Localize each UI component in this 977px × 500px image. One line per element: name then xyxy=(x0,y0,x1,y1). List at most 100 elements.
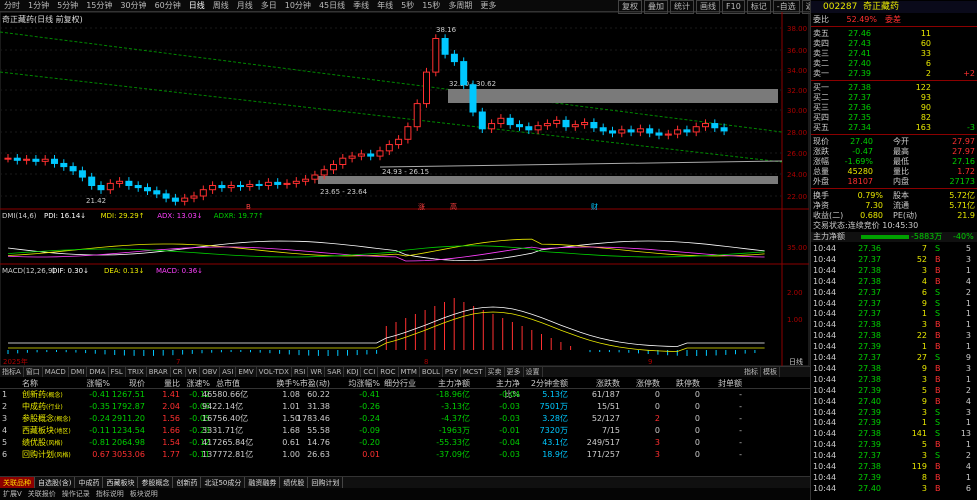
column-header[interactable]: 主力净额 xyxy=(432,378,470,389)
period-tab[interactable]: 15秒 xyxy=(418,0,444,12)
indicator-tab[interactable]: 窗口 xyxy=(24,367,43,377)
table-row[interactable]: 6 回购计划(风格) 0.67 3053.06 1.77 -0.11 137772.81亿 1… xyxy=(0,449,810,461)
indicator-tab[interactable]: 买卖 xyxy=(486,367,505,377)
candle-body xyxy=(320,169,328,176)
indicator-tab[interactable]: MCST xyxy=(461,367,486,377)
candle-body xyxy=(683,129,691,133)
indicator-tab[interactable]: PSY xyxy=(443,367,461,377)
indicator-tab[interactable]: MACD xyxy=(43,367,69,377)
column-header[interactable]: 涨停数 xyxy=(622,378,660,389)
event-marker[interactable]: 财 xyxy=(591,202,598,211)
period-tab[interactable]: 5分钟 xyxy=(53,0,82,12)
indicator-tab[interactable]: 指标A xyxy=(0,367,24,377)
indicator-tab[interactable]: ASI xyxy=(220,367,237,377)
indicator-tab[interactable]: OBV xyxy=(200,367,221,377)
indicator-option[interactable]: 模板 xyxy=(761,367,780,377)
indicator-tab[interactable]: BRAR xyxy=(147,367,171,377)
cell-cap: 137772.81亿 xyxy=(202,450,254,459)
bid-volume: 82 xyxy=(920,113,931,122)
indicator-tab[interactable]: MTM xyxy=(399,367,420,377)
indicator-tab[interactable]: BOLL xyxy=(420,367,443,377)
indicator-tab[interactable]: FSL xyxy=(109,367,126,377)
period-tab[interactable]: 15分钟 xyxy=(82,0,116,12)
cell-price: 2064.98 xyxy=(111,438,145,447)
indicator-tab[interactable]: DMA xyxy=(87,367,109,377)
indicator-tab[interactable]: EMV xyxy=(236,367,257,377)
cell-chg: -0.11 xyxy=(89,426,110,435)
indicator-tab[interactable]: 更多 xyxy=(505,367,524,377)
indicator-tab[interactable]: RSI xyxy=(292,367,309,377)
column-header[interactable]: 跌停数 xyxy=(662,378,700,389)
column-header[interactable]: 均涨幅% xyxy=(342,378,380,389)
column-header[interactable]: 2分钟金额 xyxy=(530,378,568,389)
bid-price: 27.35 xyxy=(848,113,871,122)
period-tab[interactable]: 30分钟 xyxy=(116,0,150,12)
period-tab[interactable]: 更多 xyxy=(476,0,500,12)
period-tab[interactable]: 周线 xyxy=(209,0,233,12)
period-tab[interactable]: 多日 xyxy=(257,0,281,12)
kline-chart[interactable]: 38.00 36.00 34.00 32.00 30.00 28.00 26.00 24.00… xyxy=(0,12,810,367)
column-header[interactable]: 涨幅% xyxy=(72,378,110,389)
period-tab[interactable]: 年线 xyxy=(373,0,397,12)
column-header[interactable]: 名称 xyxy=(22,378,62,389)
period-tab[interactable]: 10分钟 xyxy=(281,0,315,12)
tick-row: 10:44 27.39 8 B 1 xyxy=(811,473,977,483)
bid-row: 买二 27.37 93 xyxy=(811,93,977,103)
tick-side: S xyxy=(935,407,941,417)
column-header[interactable]: 封单额 xyxy=(704,378,742,389)
status-item[interactable]: 指标说明 xyxy=(93,488,127,500)
tick-side: B xyxy=(935,342,941,352)
period-tab[interactable]: 多周期 xyxy=(444,0,476,12)
candle-body xyxy=(469,84,477,113)
ask-label: 卖二 xyxy=(813,59,829,68)
ask-volume: 33 xyxy=(920,49,931,58)
table-row[interactable]: 2 中成药(行业) -0.35 1792.87 2.04 -0.06 9422.14亿 1.0… xyxy=(0,401,810,413)
row-index: 2 xyxy=(2,402,8,411)
indicator-option[interactable]: 指标 xyxy=(742,367,761,377)
indicator-tab[interactable]: CCI xyxy=(361,367,379,377)
column-header[interactable]: 涨跌数 xyxy=(582,378,620,389)
period-tab[interactable]: 月线 xyxy=(233,0,257,12)
indicator-tab[interactable]: CR xyxy=(171,367,186,377)
indicator-tab[interactable]: DMI xyxy=(69,367,88,377)
cell-amt: 43.1亿 xyxy=(542,438,568,447)
table-row[interactable]: 5 绩优股(风格) -0.81 2064.98 1.54 -0.12 417265.84亿 0… xyxy=(0,437,810,449)
column-header[interactable]: 总市值 xyxy=(202,378,240,389)
tick-side: B xyxy=(935,254,941,264)
period-tab[interactable]: 日线 xyxy=(185,0,209,12)
tick-price: 27.37 xyxy=(858,353,881,362)
indicator-tab[interactable]: VR xyxy=(186,367,201,377)
status-item[interactable]: 关联报价 xyxy=(25,488,59,500)
event-marker[interactable]: 高 xyxy=(450,202,457,211)
table-row[interactable]: 4 西藏板块(地区) -0.11 1234.54 1.66 -0.23 3331.71亿 1.… xyxy=(0,425,810,437)
status-item[interactable]: 操作记录 xyxy=(59,488,93,500)
status-item[interactable]: 板块说明 xyxy=(127,488,161,500)
column-header[interactable]: 市盈(动) xyxy=(292,378,330,389)
indicator-tab[interactable]: TRIX xyxy=(126,367,147,377)
event-marker[interactable]: 涨 xyxy=(418,202,425,211)
table-row[interactable]: 3 参股概念(概念) -0.24 2911.20 1.56 -0.05 16756.40亿 1… xyxy=(0,413,810,425)
column-header[interactable]: 细分行业 xyxy=(378,378,416,389)
period-tab[interactable]: 45日线 xyxy=(315,0,349,12)
cell-cap: 9422.14亿 xyxy=(202,402,244,411)
period-tab[interactable]: 分时 xyxy=(0,0,24,12)
candle-body xyxy=(246,183,254,188)
cell-ratio: -0.03 xyxy=(499,414,520,423)
indicator-tab[interactable]: SAR xyxy=(325,367,345,377)
period-tab[interactable]: 季线 xyxy=(349,0,373,12)
status-item[interactable]: 扩展V xyxy=(0,488,25,500)
indicator-tab[interactable]: ROC xyxy=(378,367,399,377)
indicator-tab[interactable]: VOL-TDX xyxy=(257,367,292,377)
cell-pe: 55.58 xyxy=(307,426,330,435)
event-marker[interactable]: B xyxy=(246,203,251,211)
bid-row: 买三 27.36 90 xyxy=(811,103,977,113)
column-header[interactable]: 现价 xyxy=(107,378,145,389)
period-tab[interactable]: 5秒 xyxy=(397,0,418,12)
indicator-tab[interactable]: WR xyxy=(308,367,326,377)
tick-volume: 27 xyxy=(916,353,927,362)
period-tab[interactable]: 60分钟 xyxy=(151,0,185,12)
indicator-tab[interactable]: 设置 xyxy=(524,367,543,377)
indicator-tab[interactable]: KDJ xyxy=(344,367,362,377)
period-tab[interactable]: 1分钟 xyxy=(24,0,53,12)
table-row[interactable]: 1 创新药(概念) -0.41 1267.51 1.41 -0.12 46580.66亿 1.… xyxy=(0,389,810,401)
